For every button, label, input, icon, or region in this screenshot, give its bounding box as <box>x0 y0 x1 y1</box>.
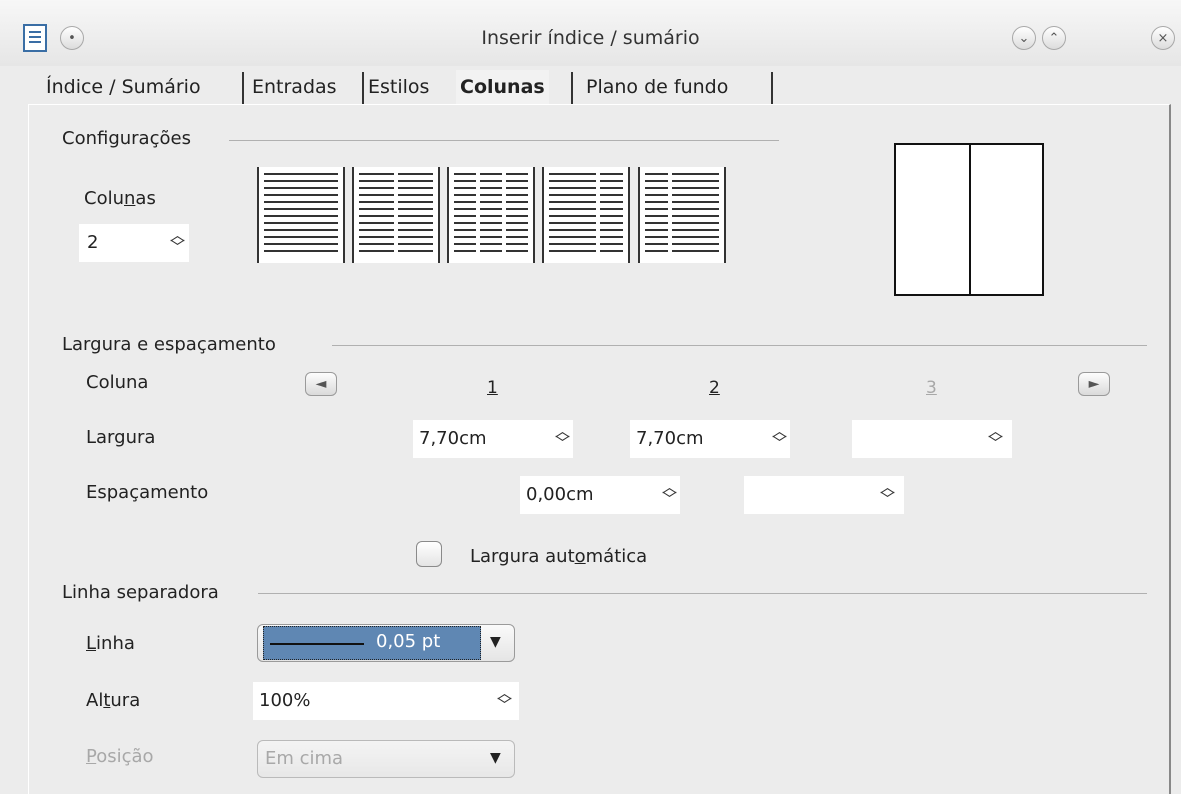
layout-one-column[interactable] <box>257 167 345 263</box>
preview-column-divider <box>969 145 971 294</box>
height-label: Altura <box>86 690 141 711</box>
spin-arrows-icon[interactable]: ︿ ﹀ <box>497 686 512 713</box>
auto-width-label: Largura automática <box>470 546 648 567</box>
tab-separator <box>571 72 573 104</box>
tab-entradas[interactable]: Entradas <box>248 70 341 104</box>
width-label: Largura <box>86 427 156 448</box>
tab-separator <box>771 72 773 104</box>
group-divider <box>258 593 1147 594</box>
width-spacing-group-title: Largura e espaçamento <box>62 334 276 355</box>
line-sample <box>270 643 364 645</box>
group-divider <box>332 345 1147 346</box>
tab-indice-sumario[interactable]: Índice / Sumário <box>42 70 205 104</box>
spacing-col1-value: 0,00cm <box>526 484 594 505</box>
columns-label: Colunas <box>84 188 156 209</box>
columns-value: 2 <box>87 232 99 253</box>
column-label: Coluna <box>86 372 149 393</box>
title-bar: • Inserir índice / sumário ⌄ ⌃ × <box>0 0 1181 66</box>
settings-group-title: Configurações <box>62 128 191 149</box>
tab-colunas[interactable]: Colunas <box>456 70 549 104</box>
position-value: Em cima <box>265 748 344 769</box>
layout-three-columns[interactable] <box>447 167 535 263</box>
line-label: Linha <box>86 633 135 654</box>
layout-left-wide[interactable] <box>542 167 630 263</box>
line-width-value: 0,05 pt <box>376 631 441 652</box>
width-col1-input[interactable]: 7,70cm <box>413 420 573 458</box>
arrow-right-icon[interactable]: ► <box>1078 372 1110 396</box>
position-label: Posição <box>86 746 154 767</box>
spin-arrows-icon[interactable]: ︿ ﹀ <box>662 480 677 507</box>
auto-width-checkbox[interactable] <box>416 541 442 567</box>
column-number-1: 1 <box>487 378 498 398</box>
height-value: 100% <box>259 690 311 711</box>
close-icon[interactable]: × <box>1151 26 1175 50</box>
group-divider <box>229 140 779 141</box>
maximize-icon[interactable]: ⌃ <box>1042 26 1066 50</box>
spacing-col1-input[interactable]: 0,00cm <box>520 476 680 514</box>
spin-arrows-icon[interactable]: ︿ ﹀ <box>170 228 185 255</box>
tab-separator <box>242 72 244 104</box>
width-col2-input[interactable]: 7,70cm <box>630 420 790 458</box>
column-number-3: 3 <box>926 378 937 398</box>
width-col1-value: 7,70cm <box>419 428 487 449</box>
tab-estilos[interactable]: Estilos <box>364 70 433 104</box>
column-number-2: 2 <box>709 378 720 398</box>
width-col2-value: 7,70cm <box>636 428 704 449</box>
spin-arrows-icon[interactable]: ︿ ﹀ <box>555 424 570 451</box>
spin-arrows-icon[interactable]: ︿ ﹀ <box>988 424 1003 451</box>
chevron-down-icon[interactable]: ▼ <box>490 634 501 650</box>
column-preview <box>894 143 1044 296</box>
minimize-icon[interactable]: ⌄ <box>1012 26 1036 50</box>
arrow-left-icon[interactable]: ◄ <box>305 372 337 396</box>
chevron-down-icon[interactable]: ▼ <box>490 750 501 766</box>
tab-plano-de-fundo[interactable]: Plano de fundo <box>582 70 732 104</box>
window-title: Inserir índice / sumário <box>481 27 700 49</box>
spacing-label: Espaçamento <box>86 482 209 503</box>
line-style-selection: 0,05 pt <box>263 626 481 660</box>
separator-group-title: Linha separadora <box>62 582 219 603</box>
spin-arrows-icon[interactable]: ︿ ﹀ <box>880 480 895 507</box>
spin-arrows-icon[interactable]: ︿ ﹀ <box>772 424 787 451</box>
height-input[interactable]: 100% <box>253 682 519 720</box>
layout-right-wide[interactable] <box>638 167 726 263</box>
layout-two-columns[interactable] <box>352 167 440 263</box>
